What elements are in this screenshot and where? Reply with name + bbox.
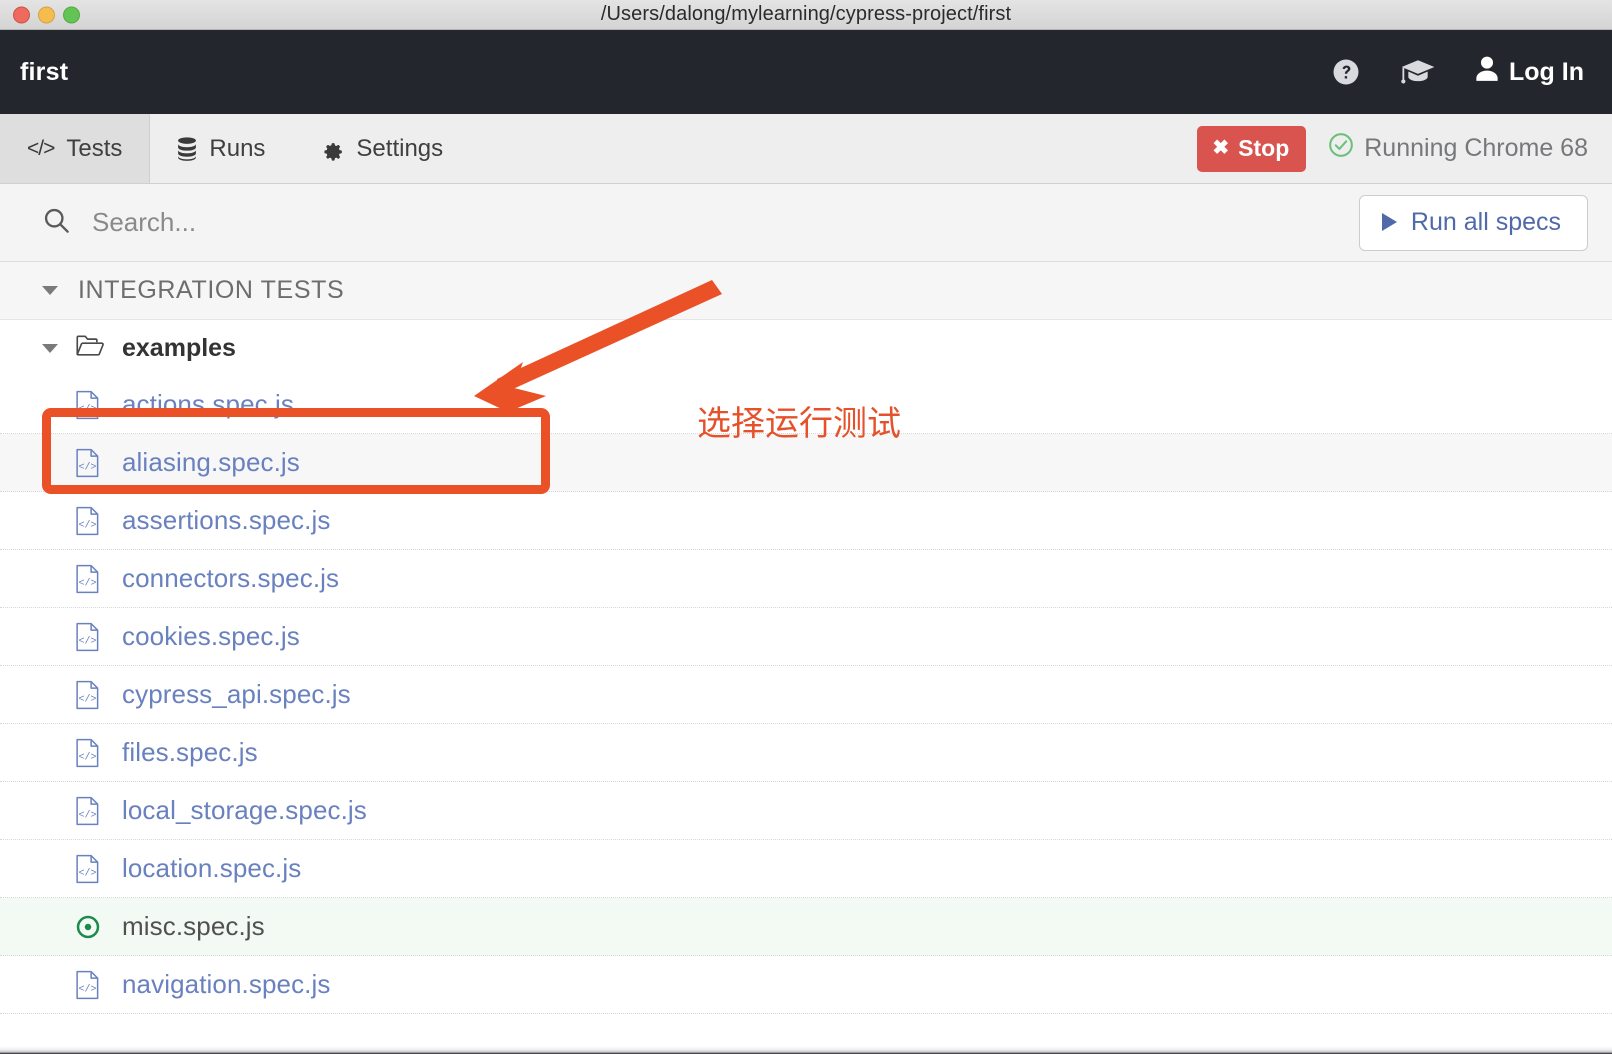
question-circle-icon[interactable] — [1331, 57, 1361, 87]
tab-tests-label: Tests — [66, 134, 123, 162]
tab-runs-label: Runs — [209, 134, 266, 162]
svg-text:</>: </> — [78, 809, 96, 821]
chevron-down-icon — [42, 343, 58, 353]
spec-name-label: local_storage.spec.js — [122, 795, 367, 825]
user-icon — [1475, 56, 1499, 89]
spec-row-location[interactable]: </> location.spec.js — [0, 840, 1612, 898]
spec-row-navigation[interactable]: </> navigation.spec.js — [0, 956, 1612, 1014]
browser-status[interactable]: Running Chrome 68 — [1328, 132, 1588, 165]
tab-runs[interactable]: Runs — [150, 114, 293, 183]
chevron-down-icon — [42, 286, 58, 295]
svg-text:</>: </> — [78, 751, 96, 763]
folder-open-icon — [76, 334, 104, 363]
project-name: first — [20, 57, 69, 86]
folder-name-label: examples — [122, 333, 236, 362]
login-button[interactable]: Log In — [1475, 56, 1584, 89]
spec-row-misc[interactable]: misc.spec.js — [0, 898, 1612, 956]
spec-name-label: actions.spec.js — [122, 389, 295, 419]
code-file-icon: </> — [75, 390, 101, 420]
window-title: /Users/dalong/mylearning/cypress-project… — [600, 3, 1012, 25]
tab-settings-label: Settings — [356, 134, 444, 162]
run-all-specs-button[interactable]: Run all specs — [1358, 194, 1588, 251]
folder-row-examples[interactable]: examples — [0, 320, 1612, 376]
spec-row-files[interactable]: </> files.spec.js — [0, 724, 1612, 782]
close-window-button[interactable] — [13, 6, 30, 23]
search-field-wrap — [42, 206, 1359, 239]
svg-text:</>: </> — [78, 693, 96, 705]
check-circle-icon — [1328, 132, 1354, 165]
code-file-icon: </> — [75, 738, 101, 768]
code-file-icon: </> — [75, 448, 101, 478]
spec-name-label: aliasing.spec.js — [122, 447, 300, 477]
svg-text:</>: </> — [78, 461, 96, 473]
minimize-window-button[interactable] — [38, 6, 55, 23]
tab-tests[interactable]: </> Tests — [0, 114, 151, 183]
svg-text:</>: </> — [78, 983, 96, 995]
group-header-integration-tests[interactable]: INTEGRATION TESTS — [0, 262, 1612, 320]
search-input[interactable] — [92, 207, 1359, 238]
spec-row-aliasing[interactable]: </> aliasing.spec.js — [0, 434, 1612, 492]
run-all-specs-label: Run all specs — [1410, 207, 1561, 236]
code-file-icon: </> — [75, 970, 101, 1000]
code-file-icon: </> — [75, 564, 101, 594]
code-file-icon: </> — [75, 506, 101, 536]
svg-text:</>: </> — [78, 519, 96, 531]
code-icon: </> — [27, 136, 55, 160]
code-file-icon: </> — [75, 622, 101, 652]
play-icon — [1381, 213, 1397, 231]
navbar-right-actions: ✖ Stop Running Chrome 68 — [1197, 114, 1612, 183]
login-label: Log In — [1509, 57, 1584, 86]
spec-row-cookies[interactable]: </> cookies.spec.js — [0, 608, 1612, 666]
dot-circle-icon — [75, 914, 101, 940]
spec-name-label: misc.spec.js — [122, 911, 265, 941]
window-bottom-edge — [0, 1046, 1612, 1054]
search-icon — [42, 206, 70, 239]
database-icon — [177, 136, 197, 161]
window-titlebar: /Users/dalong/mylearning/cypress-project… — [0, 0, 1612, 30]
spec-row-connectors[interactable]: </> connectors.spec.js — [0, 550, 1612, 608]
svg-text:</>: </> — [78, 403, 96, 415]
spec-name-label: assertions.spec.js — [122, 505, 331, 535]
spec-name-label: cookies.spec.js — [122, 621, 300, 651]
header-actions: Log In — [1331, 56, 1584, 89]
spec-row-cypress-api[interactable]: </> cypress_api.spec.js — [0, 666, 1612, 724]
spec-name-label: connectors.spec.js — [122, 563, 340, 593]
code-file-icon: </> — [75, 680, 101, 710]
spec-row-actions[interactable]: </> actions.spec.js — [0, 376, 1612, 434]
svg-text:</>: </> — [78, 577, 96, 589]
spec-name-label: navigation.spec.js — [122, 969, 331, 999]
stop-label: Stop — [1238, 134, 1290, 161]
svg-text:</>: </> — [78, 635, 96, 647]
spec-row-local-storage[interactable]: </> local_storage.spec.js — [0, 782, 1612, 840]
maximize-window-button[interactable] — [63, 6, 80, 23]
spec-name-label: location.spec.js — [122, 853, 302, 883]
group-header-label: INTEGRATION TESTS — [78, 276, 345, 304]
spec-name-label: cypress_api.spec.js — [122, 679, 351, 709]
search-toolbar: Run all specs — [0, 184, 1612, 262]
app-header: first Log In — [0, 30, 1612, 114]
tab-settings[interactable]: Settings — [293, 114, 471, 183]
spec-list: INTEGRATION TESTS examples </> actions.s… — [0, 262, 1612, 1014]
graduation-cap-icon[interactable] — [1401, 57, 1435, 87]
browser-status-label: Running Chrome 68 — [1364, 134, 1588, 162]
window-controls — [13, 6, 80, 23]
svg-text:</>: </> — [78, 867, 96, 879]
code-file-icon: </> — [75, 796, 101, 826]
close-x-icon: ✖ — [1212, 137, 1230, 159]
cypress-test-runner-window: /Users/dalong/mylearning/cypress-project… — [0, 0, 1612, 1054]
gear-icon — [320, 137, 344, 161]
main-navbar: </> Tests Runs Settings ✖ Stop Running C… — [0, 114, 1612, 184]
spec-row-assertions[interactable]: </> assertions.spec.js — [0, 492, 1612, 550]
spec-name-label: files.spec.js — [122, 737, 258, 767]
stop-button[interactable]: ✖ Stop — [1197, 125, 1307, 172]
code-file-icon: </> — [75, 854, 101, 884]
